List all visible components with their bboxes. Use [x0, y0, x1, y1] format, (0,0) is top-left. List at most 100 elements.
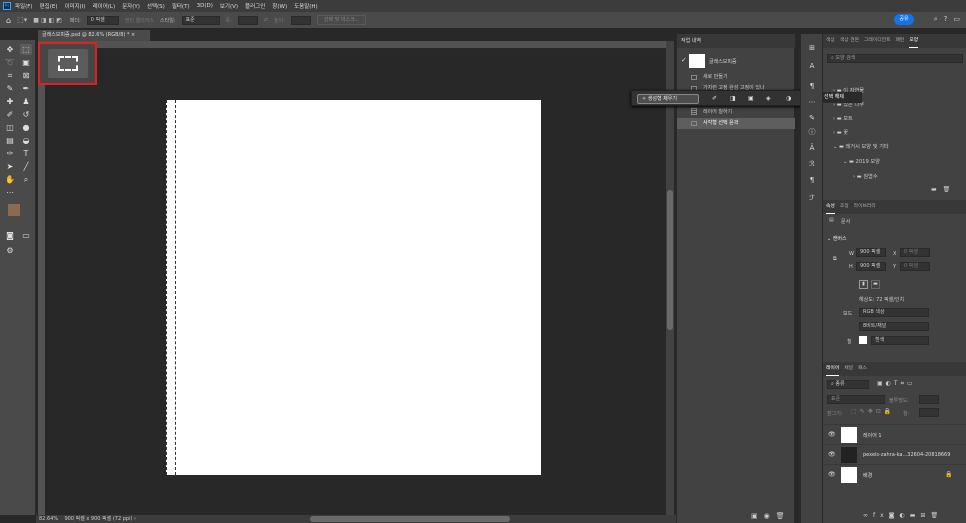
shapes-search-input[interactable]: ⌕ 모양 검색 — [827, 54, 963, 63]
character-icon[interactable]: A — [806, 60, 818, 72]
feather-input[interactable]: 0 픽셀 — [86, 15, 119, 25]
layer-name[interactable]: 배경 — [863, 472, 872, 479]
bit-depth-select[interactable]: 8비트/채널 — [859, 322, 929, 331]
menu-3d[interactable]: 3D(D) — [197, 3, 213, 9]
character-styles-icon[interactable]: ℱ — [806, 192, 818, 204]
eyedropper-tool-icon[interactable]: ✎ — [4, 83, 16, 94]
color-mode-select[interactable]: RGB 색상 — [859, 308, 929, 317]
shape-group-boat[interactable]: › ▬ 보트 — [827, 114, 963, 125]
selection-mode-icons[interactable]: ■◨◧◩ — [33, 17, 64, 24]
search-icon[interactable]: ⌕ — [934, 15, 938, 24]
zoom-level[interactable]: 82.64% — [39, 516, 58, 522]
pen-curvature-icon[interactable]: ✒ — [20, 83, 32, 94]
transform-icon[interactable]: ▣ — [748, 95, 754, 102]
visibility-eye-icon[interactable]: 👁 — [828, 451, 836, 458]
document-tab[interactable]: 글래스모피즘.psd @ 82.6% (RGB/8) * × — [38, 30, 150, 41]
paths-icon[interactable]: ℛ — [806, 158, 818, 170]
brush-tool-icon[interactable]: ✐ — [4, 109, 16, 120]
line-tool-icon[interactable]: ╱ — [20, 161, 32, 172]
marquee-preset-icon[interactable]: ⬚▾ — [17, 16, 27, 24]
horizontal-scroll-thumb[interactable] — [310, 516, 510, 522]
tab-libraries[interactable]: 라이브러리 — [854, 200, 876, 214]
menu-plugins[interactable]: 플러그인 — [245, 2, 265, 10]
tab-color[interactable]: 색상 — [826, 34, 835, 48]
shape-group-flowers[interactable]: › ▬ 꽃 — [827, 128, 963, 139]
history-brush-icon[interactable]: ↺ — [20, 109, 32, 120]
height-field[interactable]: 900 픽셀 — [856, 262, 886, 271]
vertical-scroll-thumb[interactable] — [667, 190, 673, 330]
layer-row[interactable]: 👁 pexels-zahra-ka...32604-20818669 — [823, 444, 966, 464]
screen-mode-icon[interactable]: ▭ — [20, 230, 32, 241]
frame-tool-icon[interactable]: ⊠ — [20, 70, 32, 81]
quick-mask-icon[interactable]: ◙ — [4, 230, 16, 241]
width-input[interactable] — [237, 15, 258, 25]
tab-paths[interactable]: 패스 — [858, 362, 867, 376]
history-item-selected[interactable]: 사각형 선택 윤곽 — [677, 118, 795, 129]
visibility-eye-icon[interactable]: 👁 — [828, 471, 836, 478]
layer-name[interactable]: pexels-zahra-ka...32604-20818669 — [863, 452, 950, 458]
close-icon[interactable]: × — [131, 32, 135, 38]
new-layer-icon[interactable]: ⊞ — [920, 512, 930, 519]
canvas-section[interactable]: ⌄ 캔버스 — [827, 235, 847, 242]
lock-icons[interactable]: ⬚✎✥⊡🔒 — [851, 408, 894, 415]
menu-image[interactable]: 이미지(I) — [64, 2, 85, 10]
more-options-icon[interactable]: ⋯ — [806, 96, 818, 108]
pen-tool-icon[interactable]: ✑ — [4, 148, 16, 159]
mask-icon[interactable]: ◨ — [730, 95, 736, 102]
trash-icon[interactable]: 🗑 — [943, 186, 957, 193]
height-input[interactable] — [290, 15, 311, 25]
stamp-tool-icon[interactable]: ♟ — [20, 96, 32, 107]
tab-adjustments[interactable]: 조정 — [840, 200, 849, 214]
menu-filter[interactable]: 필터(T) — [172, 2, 190, 10]
menu-edit[interactable]: 편집(E) — [40, 2, 58, 10]
tab-properties[interactable]: 속성 — [826, 200, 835, 214]
contrast-icon[interactable]: ◑ — [786, 95, 791, 102]
fill-icon[interactable]: ◈ — [766, 95, 771, 102]
paragraph-styles-icon[interactable]: ¶ — [806, 174, 818, 186]
tab-layers[interactable]: 레이어 — [826, 362, 840, 376]
layer-kind-filter[interactable]: ⌕ 종류 — [827, 380, 869, 389]
menu-select[interactable]: 선택(S) — [147, 2, 165, 10]
crop-tool-icon[interactable]: ⌗ — [4, 70, 16, 81]
width-field[interactable]: 900 픽셀 — [856, 248, 886, 257]
info-icon[interactable]: ⓘ — [806, 126, 818, 138]
blend-mode-select[interactable]: 표준 — [827, 395, 885, 404]
layer-row[interactable]: 👁 배경 🔒 — [823, 464, 966, 484]
antialias-checkbox[interactable]: 앤티 앨리어스 — [125, 17, 154, 24]
healing-brush-icon[interactable]: ✚ — [4, 96, 16, 107]
history-item[interactable]: 레이어 칠하기 — [677, 107, 795, 118]
camera-icon[interactable]: ◉ — [764, 512, 776, 520]
home-icon[interactable]: ⌂ — [6, 16, 11, 25]
folder-icon[interactable]: ▬ — [931, 186, 943, 193]
opacity-field[interactable] — [919, 395, 939, 404]
trash-icon[interactable]: 🗑 — [930, 512, 943, 519]
layer-filter-icons[interactable]: ▣◐T⌗▭ — [877, 380, 916, 388]
tab-swatches[interactable]: 색상 견본 — [840, 34, 859, 48]
style-select[interactable]: 표준 — [181, 15, 220, 25]
menu-type[interactable]: 문자(Y) — [122, 2, 140, 10]
type-tool-icon[interactable]: T — [20, 148, 32, 159]
fx-icon[interactable]: fx — [873, 512, 889, 519]
fill-color-swatch[interactable] — [859, 336, 867, 344]
marquee-tool-icon[interactable]: ⬚ — [20, 44, 32, 55]
shape-group-2019[interactable]: ⌄ ▬ 2019 모양 — [827, 157, 963, 168]
fill-select[interactable]: 흰색 — [871, 336, 929, 345]
x-field[interactable]: 0 픽셀 — [900, 248, 930, 257]
more-tools-icon[interactable]: ⋯ — [4, 187, 16, 198]
landscape-orientation-icon[interactable]: ▬ — [871, 280, 880, 289]
tab-gradients[interactable]: 그레이디언트 — [864, 34, 890, 48]
shape-group-legacy[interactable]: ⌄ ▬ 레거시 모양 및 기타 — [827, 142, 963, 153]
menu-window[interactable]: 창(W) — [272, 2, 287, 10]
dodge-tool-icon[interactable]: ◒ — [20, 135, 32, 146]
object-select-tool-icon[interactable]: ▣ — [20, 57, 32, 68]
brush-settings-icon[interactable]: ✎ — [806, 112, 818, 124]
menu-layer[interactable]: 레이어(L) — [93, 2, 116, 10]
layer-row[interactable]: 👁 레이어 1 — [823, 424, 966, 444]
help-icon[interactable]: ? — [944, 15, 948, 24]
portrait-orientation-icon[interactable]: ▮ — [859, 280, 868, 289]
folder-icon[interactable]: ▬ — [910, 512, 921, 519]
eraser-tool-icon[interactable]: ◫ — [4, 122, 16, 133]
layer-fill-field[interactable] — [919, 408, 939, 417]
tab-shapes[interactable]: 모양 — [909, 34, 919, 48]
edit-toolbar-icon[interactable]: ⚙ — [4, 245, 16, 256]
